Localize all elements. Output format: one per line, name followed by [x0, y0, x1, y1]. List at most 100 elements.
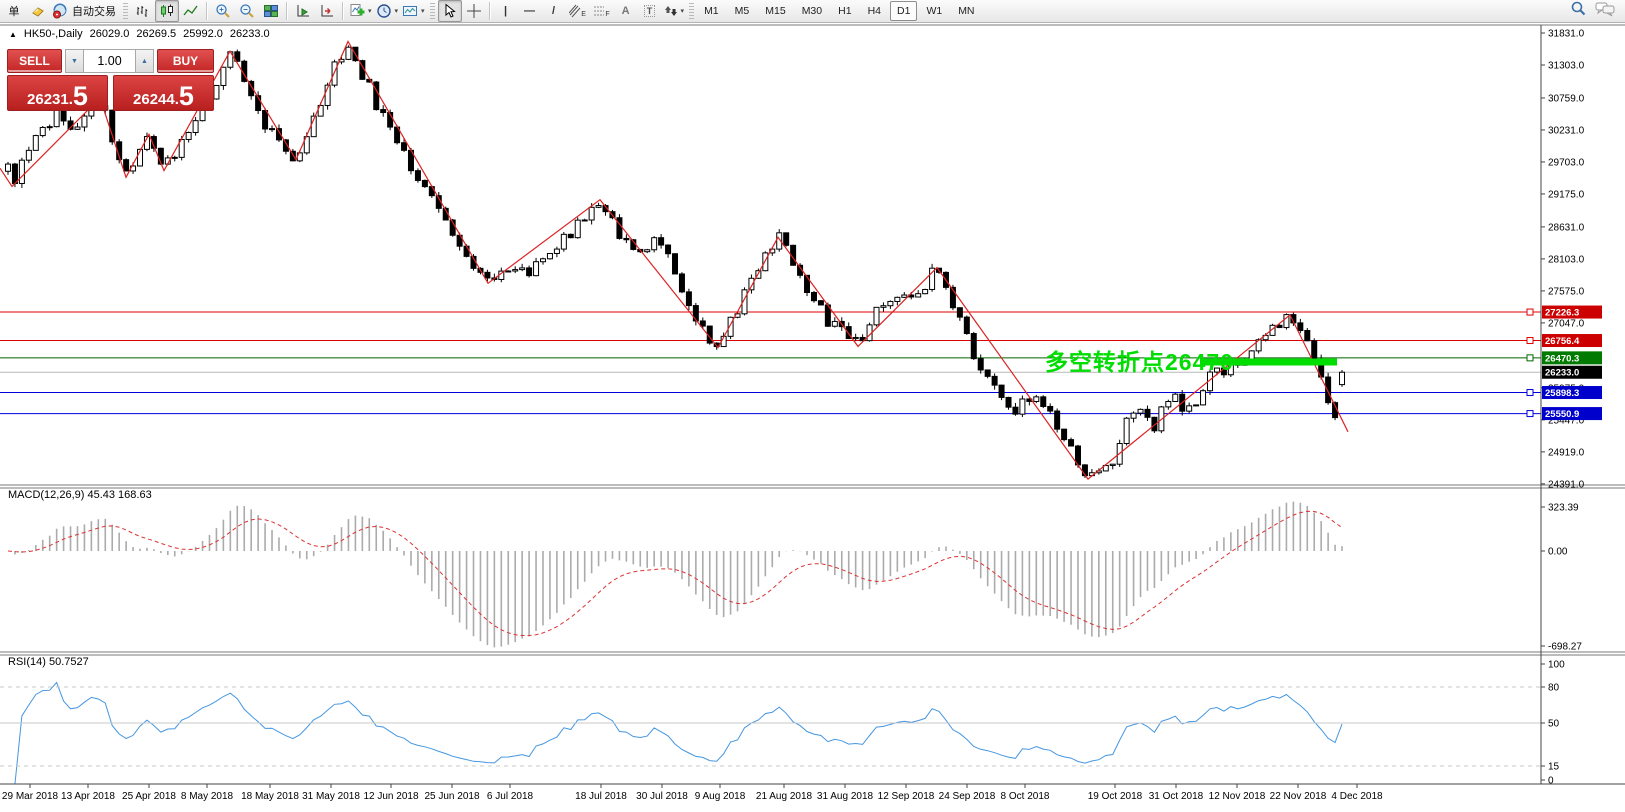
- crosshair-icon: [466, 3, 482, 19]
- chart-autoscroll-icon: [319, 3, 335, 19]
- svg-text:31 Aug 2018: 31 Aug 2018: [817, 791, 874, 802]
- svg-text:27047.0: 27047.0: [1548, 318, 1585, 329]
- volume-input[interactable]: 1.00: [84, 49, 135, 73]
- svg-text:18 Jul 2018: 18 Jul 2018: [575, 791, 627, 802]
- close-value: 26233.0: [230, 28, 270, 40]
- svg-text:0: 0: [1548, 776, 1554, 787]
- svg-text:80: 80: [1548, 683, 1560, 694]
- chart-bars-button[interactable]: [131, 0, 155, 22]
- svg-text:18 May 2018: 18 May 2018: [241, 791, 299, 802]
- order-button[interactable]: [26, 0, 50, 22]
- tile-windows-icon: [263, 3, 279, 19]
- zoom-out-button[interactable]: [235, 0, 259, 22]
- svg-text:31 Oct 2018: 31 Oct 2018: [1149, 791, 1204, 802]
- svg-text:4 Dec 2018: 4 Dec 2018: [1331, 791, 1383, 802]
- sell-price-main: 26231.: [27, 92, 73, 109]
- svg-text:50: 50: [1548, 719, 1560, 730]
- sell-price-box[interactable]: 26231. 5: [7, 75, 108, 111]
- toolbar-grip: [123, 3, 128, 19]
- indicators-button[interactable]: ▾: [347, 0, 374, 22]
- cursor-button[interactable]: [438, 0, 462, 22]
- buy-price-box[interactable]: 26244. 5: [113, 75, 214, 111]
- sell-price-big-digit: 5: [73, 86, 88, 108]
- timeframe-m15-button[interactable]: M15: [758, 1, 792, 21]
- svg-text:25 Jun 2018: 25 Jun 2018: [424, 791, 479, 802]
- horizontal-line-button[interactable]: —: [518, 0, 542, 22]
- text-tool-button[interactable]: A: [614, 0, 638, 22]
- chart-shift-icon: [295, 3, 311, 19]
- vertical-line-button[interactable]: |: [494, 0, 518, 22]
- crosshair-button[interactable]: [462, 0, 486, 22]
- chart-title: ▲ HK50-,Daily 26029.0 26269.5 25992.0 26…: [9, 28, 270, 40]
- clock-icon: [376, 3, 392, 19]
- chart-line-button[interactable]: [179, 0, 203, 22]
- toolbar-grip: [430, 3, 435, 19]
- turning-point-annotation: 多空转折点26470: [1045, 343, 1234, 377]
- zoom-in-button[interactable]: [211, 0, 235, 22]
- search-icon[interactable]: [1570, 0, 1587, 22]
- open-value: 26029.0: [90, 28, 130, 40]
- timeframe-m1-button[interactable]: M1: [697, 1, 726, 21]
- fibonacci-icon: [593, 4, 605, 18]
- arrows-tool-button[interactable]: ▾: [662, 0, 687, 22]
- svg-text:26756.4: 26756.4: [1545, 336, 1580, 347]
- timeframe-m5-button[interactable]: M5: [728, 1, 757, 21]
- svg-text:27575.0: 27575.0: [1548, 286, 1585, 297]
- channel-sub-label: E: [581, 11, 586, 18]
- order-icon: [30, 3, 46, 19]
- chat-icon[interactable]: [1595, 1, 1615, 22]
- macd-indicator-label: MACD(12,26,9) 45.43 168.63: [8, 489, 152, 501]
- timeframe-w1-button[interactable]: W1: [919, 1, 949, 21]
- volume-stepper: ▼ 1.00 ▲: [65, 49, 154, 73]
- buy-button[interactable]: BUY: [157, 49, 214, 73]
- svg-text:12 Jun 2018: 12 Jun 2018: [363, 791, 418, 802]
- horizontal-line-icon: —: [524, 5, 535, 17]
- volume-up-button[interactable]: ▲: [135, 49, 154, 73]
- high-value: 26269.5: [136, 28, 176, 40]
- autotrading-button[interactable]: 自动交易: [50, 0, 120, 22]
- arrows-icon: [664, 4, 678, 18]
- text-label-icon: T: [644, 5, 656, 17]
- svg-text:24 Sep 2018: 24 Sep 2018: [939, 791, 996, 802]
- svg-text:9 Aug 2018: 9 Aug 2018: [695, 791, 746, 802]
- chart-canvas[interactable]: 31831.031303.030759.030231.029703.029175…: [0, 24, 1625, 812]
- tile-windows-button[interactable]: [259, 0, 283, 22]
- symbol-period-label: HK50-,Daily: [24, 28, 83, 40]
- sell-button[interactable]: SELL: [7, 49, 62, 73]
- timeframe-d1-button[interactable]: D1: [890, 1, 917, 21]
- new-order-button[interactable]: 单: [2, 0, 26, 22]
- equidistant-channel-button[interactable]: E: [566, 0, 590, 22]
- periods-button[interactable]: ▾: [374, 0, 401, 22]
- chart-shift-button[interactable]: [291, 0, 315, 22]
- templates-button[interactable]: ▾: [400, 0, 427, 22]
- one-click-trading-panel: SELL ▼ 1.00 ▲ BUY 26231. 5 26244. 5: [7, 49, 214, 111]
- indicators-caret-icon: ▾: [368, 7, 372, 15]
- candles-chart-icon: [159, 3, 175, 19]
- svg-text:28631.0: 28631.0: [1548, 222, 1585, 233]
- timeframe-h4-button[interactable]: H4: [861, 1, 888, 21]
- collapse-marker-icon[interactable]: ▲: [9, 30, 17, 39]
- svg-text:27226.3: 27226.3: [1545, 308, 1579, 319]
- toolbar-grip: [689, 3, 694, 19]
- toolbar-separator: [286, 2, 288, 20]
- svg-text:31 May 2018: 31 May 2018: [302, 791, 360, 802]
- timeframe-h1-button[interactable]: H1: [831, 1, 858, 21]
- svg-text:6 Jul 2018: 6 Jul 2018: [487, 791, 534, 802]
- chart-autoscroll-button[interactable]: [315, 0, 339, 22]
- channel-icon: [569, 4, 581, 18]
- trendline-icon: /: [552, 5, 555, 17]
- timeframe-group: M1M5M15M30H1H4D1W1MN: [697, 1, 981, 21]
- low-value: 25992.0: [183, 28, 223, 40]
- text-label-button[interactable]: T: [638, 0, 662, 22]
- volume-down-button[interactable]: ▼: [65, 49, 84, 73]
- svg-text:25 Apr 2018: 25 Apr 2018: [122, 791, 176, 802]
- toolbar-separator: [342, 2, 344, 20]
- fibonacci-button[interactable]: F: [590, 0, 614, 22]
- svg-text:24391.0: 24391.0: [1548, 479, 1585, 490]
- trendline-button[interactable]: /: [542, 0, 566, 22]
- svg-text:12 Nov 2018: 12 Nov 2018: [1209, 791, 1266, 802]
- timeframe-m30-button[interactable]: M30: [795, 1, 829, 21]
- timeframe-mn-button[interactable]: MN: [951, 1, 981, 21]
- chart-candles-button[interactable]: [155, 0, 179, 22]
- svg-text:15: 15: [1548, 762, 1560, 773]
